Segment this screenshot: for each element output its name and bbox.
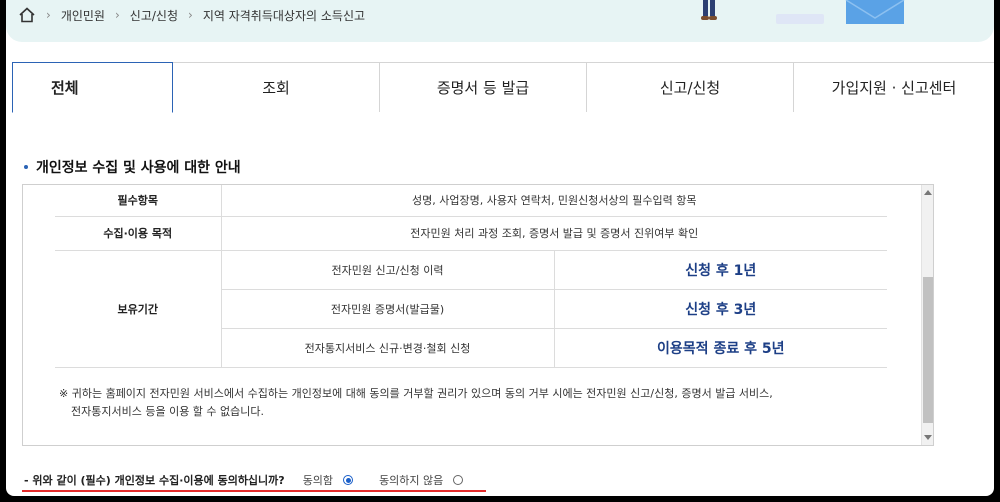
tab-label: 조회: [262, 79, 290, 97]
tab-label: 전체: [51, 79, 79, 97]
table-cell: 전자민원 신고/신청 이력: [221, 250, 555, 290]
notice-line: 전자통지서비스 등을 이용 할 수 없습니다.: [71, 405, 265, 418]
table-cell: 전자민원 증명서(발급물): [221, 289, 555, 329]
disagree-radio[interactable]: [453, 475, 464, 485]
tab-label: 증명서 등 발급: [436, 79, 530, 97]
tab-label: 가입지원 · 신고센터: [831, 79, 957, 97]
table-header-cell: 보유기간: [55, 250, 222, 368]
table-cell: 성명, 사업장명, 사용자 연락처, 민원신청서상의 필수입력 항목: [221, 185, 887, 217]
breadcrumb: › 개인민원 › 신고/신청 › 지역 자격취득대상자의 소득신고: [18, 5, 365, 25]
retention-period: 신청 후 3년: [554, 289, 887, 329]
person-illustration: [694, 0, 724, 24]
table-row: 보유기간 전자민원 신고/신청 이력 신청 후 1년: [55, 250, 887, 368]
category-tabs: 전체 조회 증명서 등 발급 신고/신청 가입지원 · 신고센터: [12, 62, 994, 113]
agree-option[interactable]: 동의함: [302, 472, 354, 488]
consent-question: - 위와 같이 (필수) 개인정보 수집·이용에 동의하십니까?: [24, 474, 285, 487]
tab-inquiry[interactable]: 조회: [173, 62, 380, 112]
scroll-up-icon[interactable]: [924, 190, 932, 195]
retention-period: 신청 후 1년: [554, 250, 887, 290]
vertical-scrollbar[interactable]: [921, 185, 933, 445]
refusal-notice: ※ 귀하는 홈페이지 전자민원 서비스에서 수집하는 개인정보에 대해 동의를 …: [59, 385, 773, 421]
tab-all[interactable]: 전체: [12, 62, 173, 113]
scroll-down-icon[interactable]: [924, 435, 932, 440]
tab-label: 신고/신청: [659, 79, 721, 97]
chevron-right-icon: ›: [188, 8, 193, 22]
top-band: › 개인민원 › 신고/신청 › 지역 자격취득대상자의 소득신고: [6, 0, 994, 42]
agree-radio[interactable]: [343, 475, 354, 485]
page-frame: › 개인민원 › 신고/신청 › 지역 자격취득대상자의 소득신고 전체 조회 …: [6, 0, 994, 496]
breadcrumb-item-current: 지역 자격취득대상자의 소득신고: [202, 8, 366, 23]
tab-report[interactable]: 신고/신청: [587, 62, 794, 112]
consent-row: - 위와 같이 (필수) 개인정보 수집·이용에 동의하십니까? 동의함 동의하…: [24, 472, 489, 488]
section-title-text: 개인정보 수집 및 사용에 대한 안내: [36, 160, 241, 176]
disagree-option[interactable]: 동의하지 않음: [379, 472, 464, 488]
breadcrumb-item[interactable]: 개인민원: [61, 7, 105, 24]
breadcrumb-item[interactable]: 신고/신청: [130, 7, 178, 24]
privacy-info-scrollbox[interactable]: 필수항목 성명, 사업장명, 사용자 연락처, 민원신청서상의 필수입력 항목 …: [22, 184, 934, 446]
table-cell: 전자민원 처리 과정 조회, 증명서 발급 및 증명서 진위여부 확인: [221, 216, 887, 251]
chevron-right-icon: ›: [114, 8, 120, 22]
bullet-icon: [24, 165, 28, 169]
tab-support-center[interactable]: 가입지원 · 신고센터: [794, 62, 994, 112]
notice-line: ※ 귀하는 홈페이지 전자민원 서비스에서 수집하는 개인정보에 대해 동의를 …: [59, 387, 773, 400]
privacy-info-table: 필수항목 성명, 사업장명, 사용자 연락처, 민원신청서상의 필수입력 항목 …: [55, 185, 887, 368]
home-icon[interactable]: [18, 6, 36, 24]
tab-certificate[interactable]: 증명서 등 발급: [380, 62, 587, 112]
table-header-cell: 필수항목: [55, 185, 222, 217]
disagree-label: 동의하지 않음: [379, 474, 444, 487]
card-illustration: [776, 14, 824, 24]
scroll-thumb[interactable]: [923, 277, 933, 423]
table-header-cell: 수집·이용 목적: [55, 216, 222, 251]
envelope-illustration: [840, 0, 910, 24]
table-row: 필수항목 성명, 사업장명, 사용자 연락처, 민원신청서상의 필수입력 항목: [55, 185, 887, 217]
section-title: 개인정보 수집 및 사용에 대한 안내: [24, 157, 241, 177]
red-underline: [22, 490, 486, 492]
agree-label: 동의함: [302, 474, 334, 487]
chevron-right-icon: ›: [46, 8, 51, 22]
table-cell: 전자통지서비스 신규·변경·철회 신청: [221, 328, 555, 368]
retention-period: 이용목적 종료 후 5년: [554, 328, 887, 368]
table-row: 수집·이용 목적 전자민원 처리 과정 조회, 증명서 발급 및 증명서 진위여…: [55, 216, 887, 251]
